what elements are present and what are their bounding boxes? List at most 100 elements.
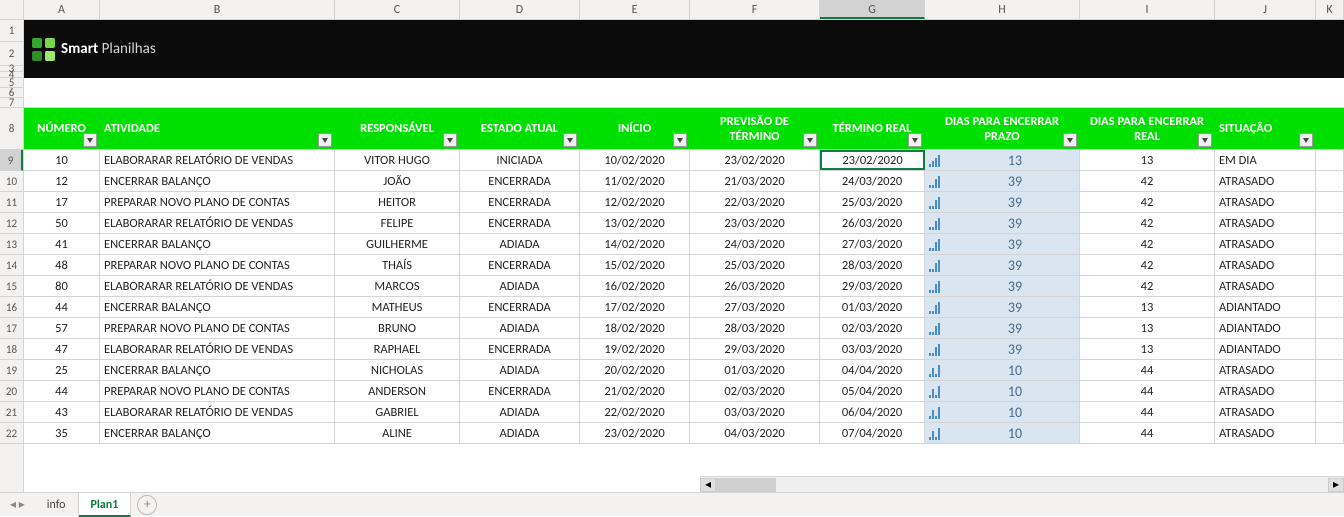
cell-dias-prazo[interactable]: 39 (925, 276, 1080, 296)
tab-nav-arrows[interactable]: ◂ ▸ (0, 497, 35, 512)
cell-situacao[interactable]: ADIANTADO (1215, 318, 1316, 338)
cell-estado[interactable]: ADIADA (460, 276, 580, 296)
cell-dias-real[interactable]: 42 (1080, 276, 1215, 296)
col-header-termino[interactable]: TÉRMINO REAL (820, 108, 925, 149)
cell-numero[interactable]: 12 (24, 171, 100, 191)
cell-responsavel[interactable]: MARCOS (335, 276, 460, 296)
cell-responsavel[interactable]: ALINE (335, 423, 460, 443)
cell-dias-real[interactable]: 13 (1080, 339, 1215, 359)
cell-inicio[interactable]: 15/02/2020 (580, 255, 690, 275)
row-header-13[interactable]: 13 (0, 234, 23, 255)
row-header-19[interactable]: 19 (0, 360, 23, 381)
cell-previsao[interactable]: 04/03/2020 (690, 423, 820, 443)
tab-plan1[interactable]: Plan1 (79, 493, 132, 517)
cell-previsao[interactable]: 23/03/2020 (690, 213, 820, 233)
cell-termino[interactable]: 25/03/2020 (820, 192, 925, 212)
cell-situacao[interactable]: ADIANTADO (1215, 297, 1316, 317)
cell-atividade[interactable]: PREPARAR NOVO PLANO DE CONTAS (100, 192, 335, 212)
filter-icon[interactable] (1198, 133, 1212, 147)
cell-empty[interactable] (1316, 150, 1344, 170)
cell-empty[interactable] (1316, 213, 1344, 233)
cell-dias-real[interactable]: 42 (1080, 213, 1215, 233)
cell-atividade[interactable]: ENCERRAR BALANÇO (100, 234, 335, 254)
col-header-situacao[interactable]: SITUAÇÃO (1215, 108, 1316, 149)
cell-dias-prazo[interactable]: 39 (925, 318, 1080, 338)
cell-previsao[interactable]: 29/03/2020 (690, 339, 820, 359)
filter-icon[interactable] (1299, 133, 1313, 147)
row-header-14[interactable]: 14 (0, 255, 23, 276)
cell-numero[interactable]: 44 (24, 381, 100, 401)
cell-atividade[interactable]: PREPARAR NOVO PLANO DE CONTAS (100, 381, 335, 401)
col-header-numero[interactable]: NÚMERO (24, 108, 100, 149)
column-header-E[interactable]: E (580, 0, 690, 19)
cell-estado[interactable]: ENCERRADA (460, 339, 580, 359)
cell-atividade[interactable]: ENCERRAR BALANÇO (100, 423, 335, 443)
cell-inicio[interactable]: 12/02/2020 (580, 192, 690, 212)
cell-empty[interactable] (1316, 381, 1344, 401)
row-header-11[interactable]: 11 (0, 192, 23, 213)
column-header-A[interactable]: A (24, 0, 100, 19)
cell-dias-prazo[interactable]: 10 (925, 402, 1080, 422)
row-header-8[interactable]: 8 (0, 108, 23, 150)
cell-dias-real[interactable]: 44 (1080, 402, 1215, 422)
cell-dias-real[interactable]: 42 (1080, 234, 1215, 254)
cell-situacao[interactable]: ATRASADO (1215, 171, 1316, 191)
scroll-left-arrow[interactable]: ◂ (700, 478, 716, 492)
cell-dias-real[interactable]: 42 (1080, 255, 1215, 275)
cell-inicio[interactable]: 13/02/2020 (580, 213, 690, 233)
cell-empty[interactable] (1316, 423, 1344, 443)
cell-atividade[interactable]: ENCERRAR BALANÇO (100, 171, 335, 191)
cell-termino[interactable]: 02/03/2020 (820, 318, 925, 338)
cell-responsavel[interactable]: RAPHAEL (335, 339, 460, 359)
cell-situacao[interactable]: ATRASADO (1215, 276, 1316, 296)
cell-estado[interactable]: ADIADA (460, 423, 580, 443)
scroll-right-arrow[interactable]: ▸ (1328, 478, 1344, 492)
filter-icon[interactable] (563, 133, 577, 147)
cell-dias-real[interactable]: 44 (1080, 381, 1215, 401)
cell-empty[interactable] (1316, 297, 1344, 317)
cell-inicio[interactable]: 20/02/2020 (580, 360, 690, 380)
cell-dias-real[interactable]: 13 (1080, 318, 1215, 338)
cell-inicio[interactable]: 14/02/2020 (580, 234, 690, 254)
cell-termino[interactable]: 06/04/2020 (820, 402, 925, 422)
cell-previsao[interactable]: 26/03/2020 (690, 276, 820, 296)
cell-situacao[interactable]: ATRASADO (1215, 423, 1316, 443)
row-header-18[interactable]: 18 (0, 339, 23, 360)
cell-inicio[interactable]: 21/02/2020 (580, 381, 690, 401)
cell-empty[interactable] (1316, 192, 1344, 212)
cell-termino[interactable]: 07/04/2020 (820, 423, 925, 443)
cell-situacao[interactable]: ATRASADO (1215, 402, 1316, 422)
col-header-dias-prazo[interactable]: DIAS PARA ENCERRAR PRAZO (925, 108, 1080, 149)
filter-icon[interactable] (443, 133, 457, 147)
cell-responsavel[interactable]: MATHEUS (335, 297, 460, 317)
cell-dias-real[interactable]: 44 (1080, 423, 1215, 443)
cell-inicio[interactable]: 18/02/2020 (580, 318, 690, 338)
cell-responsavel[interactable]: FELIPE (335, 213, 460, 233)
cell-responsavel[interactable]: VITOR HUGO (335, 150, 460, 170)
column-header-F[interactable]: F (690, 0, 820, 19)
row-header-17[interactable]: 17 (0, 318, 23, 339)
cell-situacao[interactable]: ATRASADO (1215, 192, 1316, 212)
cell-previsao[interactable]: 22/03/2020 (690, 192, 820, 212)
cell-previsao[interactable]: 01/03/2020 (690, 360, 820, 380)
cell-dias-real[interactable]: 13 (1080, 150, 1215, 170)
cell-termino[interactable]: 27/03/2020 (820, 234, 925, 254)
row-header-1[interactable]: 1 (0, 20, 23, 42)
cell-atividade[interactable]: ENCERRAR BALANÇO (100, 297, 335, 317)
cell-responsavel[interactable]: GUILHERME (335, 234, 460, 254)
col-header-estado[interactable]: ESTADO ATUAL (460, 108, 580, 149)
col-header-inicio[interactable]: INÍCIO (580, 108, 690, 149)
cell-inicio[interactable]: 22/02/2020 (580, 402, 690, 422)
col-header-previsao[interactable]: PREVISÃO DE TÉRMINO (690, 108, 820, 149)
column-header-C[interactable]: C (335, 0, 460, 19)
cell-empty[interactable] (1316, 171, 1344, 191)
cell-estado[interactable]: ENCERRADA (460, 381, 580, 401)
cell-dias-prazo[interactable]: 13 (925, 150, 1080, 170)
cell-dias-prazo[interactable]: 39 (925, 192, 1080, 212)
column-header-G[interactable]: G (820, 0, 925, 19)
col-header-atividade[interactable]: ATIVIDADE (100, 108, 335, 149)
cell-termino[interactable]: 03/03/2020 (820, 339, 925, 359)
cell-previsao[interactable]: 21/03/2020 (690, 171, 820, 191)
cell-responsavel[interactable]: NICHOLAS (335, 360, 460, 380)
tab-info[interactable]: info (35, 493, 79, 517)
